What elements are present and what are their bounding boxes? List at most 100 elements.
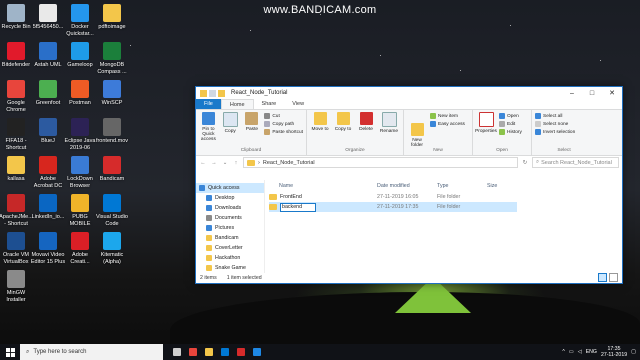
desktop-icon[interactable]: Visual Studio Code — [94, 194, 130, 227]
desktop-icon[interactable]: Movavi Video Editor 15 Plus — [30, 232, 66, 265]
column-size[interactable]: Size — [487, 183, 517, 189]
desktop-icon[interactable]: MinGW Installer — [0, 270, 34, 303]
desktop-icon[interactable]: LinkedIn_io... — [30, 194, 66, 221]
back-arrow-icon[interactable]: ← — [199, 160, 207, 166]
volume-icon[interactable]: ◁ — [578, 349, 582, 355]
desktop-icon[interactable]: Kitematic (Alpha) — [94, 232, 130, 265]
copy-to-button[interactable]: Copy to — [333, 112, 353, 148]
desktop-icon[interactable]: BlueJ — [30, 118, 66, 145]
desktop-icon[interactable]: Astah UML — [30, 42, 66, 69]
taskbar-app-button[interactable] — [249, 344, 265, 360]
desktop-icon[interactable]: PUBG MOBILE — [62, 194, 98, 227]
navigation-pane[interactable]: Quick access Desktop Downloads Documents Pic… — [196, 180, 265, 273]
taskbar-app-button[interactable] — [201, 344, 217, 360]
desktop-icon[interactable]: Docker Quickstar... — [62, 4, 98, 37]
start-button[interactable] — [0, 344, 20, 360]
large-icons-view-icon[interactable] — [609, 273, 618, 282]
desktop-icon[interactable]: ApacheJMe... - Shortcut — [0, 194, 34, 227]
easy-access-button[interactable]: Easy access — [430, 121, 465, 127]
file-explorer-window[interactable]: React_Node_Tutorial – □ ✕ File Home Shar… — [195, 86, 623, 284]
language-indicator[interactable]: ENG — [586, 349, 597, 355]
desktop-icon[interactable]: Adobe Creati... — [62, 232, 98, 265]
history-button[interactable]: History — [499, 129, 522, 135]
forward-arrow-icon[interactable]: → — [210, 160, 218, 166]
desktop-icon[interactable]: Gameloop — [62, 42, 98, 69]
desktop-icon[interactable]: MongoDB Compass ... — [94, 42, 130, 75]
tab-share[interactable]: Share — [254, 99, 285, 109]
properties-quick-icon[interactable] — [209, 89, 216, 97]
desktop-icon[interactable]: Recycle Bin — [0, 4, 34, 31]
rename-button[interactable]: Rename — [379, 112, 399, 148]
table-row[interactable]: FrontEnd 27-11-2019 16:05 File folder — [269, 192, 622, 202]
search-input[interactable]: ⌕ Search React_Node_Tutorial — [532, 157, 619, 168]
clock[interactable]: 17:35 27-11-2019 — [601, 346, 627, 358]
copy-path-button[interactable]: Copy path — [264, 121, 303, 127]
invert-selection-button[interactable]: Invert selection — [535, 129, 575, 135]
edit-button[interactable]: Edit — [499, 121, 522, 127]
select-all-button[interactable]: Select all — [535, 113, 575, 119]
network-icon[interactable]: ▭ — [569, 349, 574, 355]
tab-view[interactable]: View — [284, 99, 312, 109]
delete-button[interactable]: Delete — [356, 112, 376, 148]
address-bar[interactable]: › React_Node_Tutorial — [243, 157, 518, 168]
nav-item[interactable]: Pictures — [196, 223, 264, 233]
column-name[interactable]: Name — [269, 183, 377, 189]
desktop-icon[interactable]: pdftoimage — [94, 4, 130, 31]
desktop-icon[interactable]: Google Chrome — [0, 80, 34, 113]
nav-item[interactable]: Documents — [196, 213, 264, 223]
pin-quick-access-button[interactable]: Pin to Quick access — [199, 112, 218, 148]
tab-file[interactable]: File — [196, 99, 221, 109]
maximize-button[interactable]: □ — [582, 90, 602, 97]
desktop-icon[interactable]: frontend.mov — [94, 118, 130, 145]
new-folder-quick-icon[interactable] — [218, 89, 225, 97]
paste-button[interactable]: Paste — [243, 112, 262, 148]
desktop-icon[interactable]: Adobe Acrobat DC — [30, 156, 66, 189]
desktop-icon[interactable]: Eclipse Java 2019-06 — [62, 118, 98, 151]
tab-home[interactable]: Home — [220, 99, 254, 109]
properties-button[interactable]: Properties — [475, 112, 497, 148]
nav-item[interactable]: CoverLetter — [196, 243, 264, 253]
new-folder-button[interactable]: New folder — [407, 112, 427, 148]
desktop-icon[interactable]: kallasa — [0, 156, 34, 183]
nav-item[interactable]: Downloads — [196, 203, 264, 213]
desktop-icon[interactable]: Oracle VM VirtualBox — [0, 232, 34, 265]
taskbar-app-button[interactable] — [233, 344, 249, 360]
taskbar-app-button[interactable] — [185, 344, 201, 360]
desktop-icon[interactable]: WinSCP — [94, 80, 130, 107]
move-to-button[interactable]: Move to — [310, 112, 330, 148]
close-button[interactable]: ✕ — [602, 89, 622, 97]
chevron-up-icon[interactable]: ^ — [562, 349, 564, 355]
nav-item[interactable]: Quick access — [196, 183, 264, 193]
details-view-icon[interactable] — [598, 273, 607, 282]
desktop-icon[interactable]: Bitdefender — [0, 42, 34, 69]
table-row[interactable]: backend 27-11-2019 17:35 File folder — [269, 202, 517, 212]
desktop-icon[interactable]: Greenfoot — [30, 80, 66, 107]
desktop-icon[interactable]: 5f5456450... — [30, 4, 66, 31]
file-list[interactable]: Name Date modified Type Size FrontEnd 27… — [265, 180, 622, 273]
open-button[interactable]: Open — [499, 113, 522, 119]
desktop-icon[interactable]: Bandicam — [94, 156, 130, 183]
recent-chevron-icon[interactable]: ⌄ — [221, 160, 229, 166]
taskbar-app-button[interactable] — [169, 344, 185, 360]
desktop-icon[interactable]: Postman — [62, 80, 98, 107]
cut-button[interactable]: Cut — [264, 113, 303, 119]
select-none-button[interactable]: Select none — [535, 121, 575, 127]
minimize-button[interactable]: – — [562, 90, 582, 97]
refresh-icon[interactable]: ↻ — [521, 160, 529, 166]
desktop-icon[interactable]: FIFA18 - Shortcut — [0, 118, 34, 151]
copy-button[interactable]: Copy — [221, 112, 240, 148]
nav-item[interactable]: Bandicam — [196, 233, 264, 243]
desktop-icon[interactable]: LockDown Browser — [62, 156, 98, 189]
taskbar-app-button[interactable] — [217, 344, 233, 360]
nav-item[interactable]: Desktop — [196, 193, 264, 203]
paste-shortcut-button[interactable]: Paste shortcut — [264, 129, 303, 135]
title-bar[interactable]: React_Node_Tutorial – □ ✕ — [196, 87, 622, 99]
up-arrow-icon[interactable]: ↑ — [232, 160, 240, 166]
breadcrumb[interactable]: React_Node_Tutorial — [263, 160, 315, 166]
nav-item[interactable]: Snake Game — [196, 263, 264, 273]
column-type[interactable]: Type — [437, 183, 487, 189]
column-date[interactable]: Date modified — [377, 183, 437, 189]
nav-item[interactable]: Hackathon — [196, 253, 264, 263]
rename-input[interactable]: backend — [280, 202, 316, 212]
new-item-button[interactable]: New item — [430, 113, 465, 119]
